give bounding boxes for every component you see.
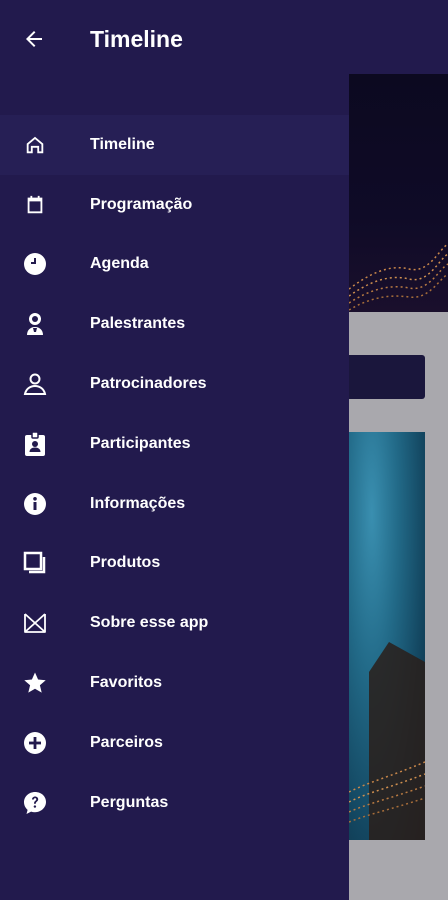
menu-item-label: Parceiros — [90, 733, 163, 751]
menu-item-label: Patrocinadores — [90, 375, 207, 393]
menu-item-label: Favoritos — [90, 674, 163, 692]
menu-item-agenda[interactable]: Agenda — [0, 235, 349, 295]
drawer-header: Timeline — [0, 0, 349, 80]
menu-item-label: Perguntas — [90, 793, 169, 811]
menu-item-timeline[interactable]: Timeline — [0, 115, 349, 175]
menu-item-programacao[interactable]: Programação — [0, 175, 349, 235]
menu-item-perguntas[interactable]: Perguntas — [0, 773, 349, 833]
menu-item-label: Produtos — [90, 554, 161, 572]
about-icon — [22, 610, 48, 636]
sponsor-icon — [22, 371, 48, 397]
arrow-left-icon — [22, 27, 46, 51]
menu-item-label: Agenda — [90, 255, 149, 273]
banner-image — [349, 74, 448, 312]
products-icon — [22, 550, 48, 576]
add-circle-icon — [22, 730, 48, 756]
question-icon — [22, 790, 48, 816]
menu-item-label: Informações — [90, 494, 186, 512]
navigation-drawer: Timeline Timeline Programação Agenda Pal… — [0, 0, 349, 900]
menu-item-produtos[interactable]: Produtos — [0, 534, 349, 594]
menu-item-label: Palestrantes — [90, 315, 186, 333]
page-title: Timeline — [90, 26, 183, 52]
calendar-icon — [22, 192, 48, 218]
info-icon — [22, 491, 48, 517]
menu-item-informacoes[interactable]: Informações — [0, 474, 349, 534]
home-icon — [22, 132, 48, 158]
post-input-bar — [349, 355, 425, 399]
back-button[interactable] — [14, 19, 54, 59]
menu-item-label: Participantes — [90, 434, 191, 452]
menu-item-favoritos[interactable]: Favoritos — [0, 653, 349, 713]
menu-item-sobre-esse-app[interactable]: Sobre esse app — [0, 593, 349, 653]
clock-icon — [22, 251, 48, 277]
menu-item-parceiros[interactable]: Parceiros — [0, 713, 349, 773]
menu-item-participantes[interactable]: Participantes — [0, 414, 349, 474]
menu-item-patrocinadores[interactable]: Patrocinadores — [0, 354, 349, 414]
menu-item-label: Sobre esse app — [90, 614, 209, 632]
menu-item-label: Timeline — [90, 135, 155, 153]
post-image — [349, 432, 425, 840]
speaker-icon — [22, 311, 48, 337]
drawer-menu: Timeline Programação Agenda Palestrantes — [0, 115, 349, 833]
menu-item-label: Programação — [90, 195, 193, 213]
star-icon — [22, 670, 48, 696]
badge-icon — [22, 431, 48, 457]
menu-item-palestrantes[interactable]: Palestrantes — [0, 294, 349, 354]
